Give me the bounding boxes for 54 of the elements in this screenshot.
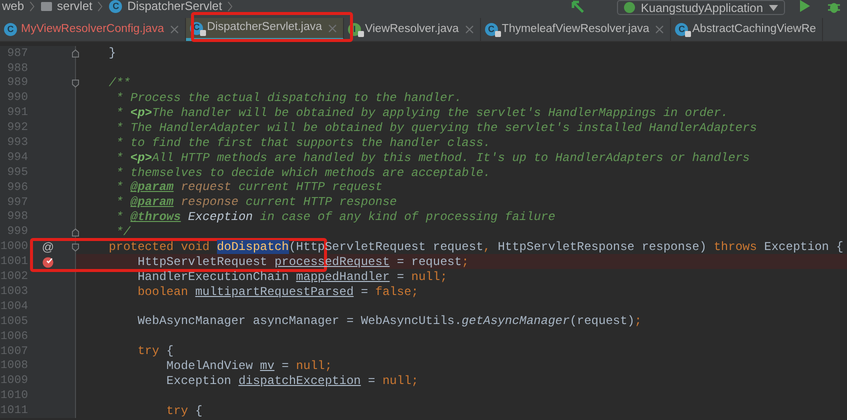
class-icon: C bbox=[484, 23, 498, 36]
code-line: WebAsyncManager asyncManager = WebAsyncUtils.getAsyncManager(request); bbox=[136, 315, 642, 328]
code-line: HandlerExecutionChain mappedHandler = null; bbox=[136, 270, 448, 283]
code-line: try { bbox=[136, 345, 174, 358]
close-icon[interactable] bbox=[328, 24, 338, 32]
breadcrumb-item[interactable]: servlet bbox=[57, 0, 92, 12]
folder-icon bbox=[41, 2, 52, 10]
fold-icon[interactable] bbox=[72, 228, 79, 237]
tab-label: ThymeleafViewResolver.java bbox=[502, 22, 650, 37]
code-line: Exception dispatchException = null; bbox=[165, 375, 418, 388]
tab-label: MyViewResolverConfig.java bbox=[21, 22, 164, 37]
tab-label: DispatcherServlet.java bbox=[206, 20, 322, 36]
fold-icon[interactable] bbox=[72, 78, 79, 88]
code-line: * themselves to decide which methods are acceptable. bbox=[115, 166, 490, 179]
tab-label: ViewResolver.java bbox=[365, 22, 459, 37]
run-configuration-dropdown[interactable]: KuangstudyApplication bbox=[616, 0, 785, 15]
code-line: * <p>The handler will be obtained by applying the servlet's HandlerMappings in order. bbox=[115, 107, 728, 119]
run-icon[interactable] bbox=[799, 0, 811, 12]
breadcrumb-item[interactable]: web bbox=[2, 0, 24, 12]
breakpoint-icon[interactable] bbox=[42, 256, 54, 268]
breadcrumb-item[interactable]: DispatcherServlet bbox=[127, 0, 222, 12]
tab-label: AbstractCachingViewRe bbox=[692, 22, 816, 37]
editor-tab[interactable]: I ViewResolver.java bbox=[344, 18, 481, 41]
caret-icon bbox=[769, 4, 778, 10]
code-line: } bbox=[108, 47, 116, 60]
close-icon[interactable] bbox=[464, 25, 474, 34]
code-line: try { bbox=[165, 404, 202, 417]
code-line: boolean multipartRequestParsed = false; bbox=[136, 286, 418, 298]
chevron-icon bbox=[227, 0, 234, 12]
editor-tab[interactable]: C MyViewResolverConfig.java bbox=[0, 18, 186, 41]
code-line: ModelAndView mv = null; bbox=[165, 360, 332, 372]
class-icon: C bbox=[109, 0, 122, 12]
code-line: /** bbox=[108, 77, 130, 90]
editor-tab[interactable]: C ThymeleafViewResolver.java bbox=[480, 18, 672, 41]
class-icon: C bbox=[675, 23, 688, 36]
fold-icon[interactable] bbox=[72, 48, 79, 58]
code-line: * Process the actual dispatching to the handler. bbox=[115, 92, 462, 104]
chevron-icon bbox=[97, 0, 104, 12]
code-line: * @param request current HTTP request bbox=[115, 181, 382, 194]
chevron-icon bbox=[29, 0, 36, 12]
class-icon: C bbox=[4, 23, 17, 36]
close-icon[interactable] bbox=[655, 25, 664, 34]
editor-tab[interactable]: C AbstractCachingViewRe bbox=[671, 18, 824, 41]
code-line: */ bbox=[115, 226, 130, 238]
override-marker[interactable]: @ bbox=[42, 241, 54, 254]
code-line: * <p>All HTTP methods are handled by this method. It's up to HandlerAdapters or handlers bbox=[115, 152, 750, 164]
code-line: * The HandlerAdapter will be obtained by querying the servlet's installed HandlerAdapters bbox=[115, 122, 757, 134]
code-line: * @param response current HTTP response bbox=[115, 196, 397, 208]
close-icon[interactable] bbox=[170, 25, 179, 34]
bug-icon[interactable] bbox=[827, 0, 841, 14]
fold-icon[interactable] bbox=[72, 242, 79, 252]
code-line: * to find the first that supports the handler class. bbox=[115, 136, 490, 149]
code-line: * @throws Exception in case of any kind of processing failure bbox=[115, 211, 556, 224]
app-icon bbox=[624, 2, 635, 13]
